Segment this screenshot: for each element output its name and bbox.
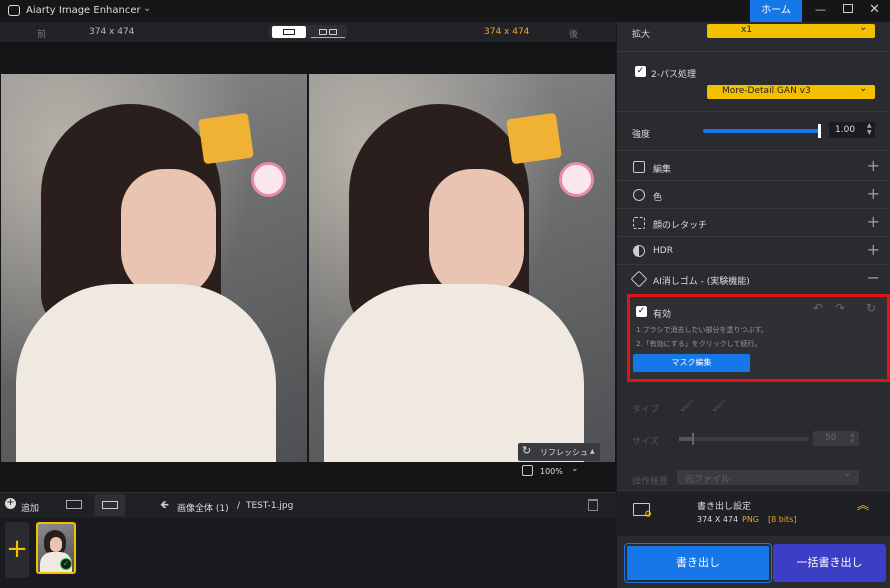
refresh-icon: ↻ [522, 444, 532, 457]
size-value-input: 50 ▲ ▼ [813, 431, 859, 446]
export-bits: [8 bits] [768, 515, 797, 524]
twopass-checkbox[interactable]: ✓ [635, 66, 646, 77]
expand-icon[interactable]: + [867, 158, 880, 174]
history-select: 元ファイル ⌄ [677, 468, 859, 485]
breadcrumb-separator: / [237, 501, 241, 511]
twopass-label: 2-パス処理 [651, 70, 696, 80]
strength-value-input[interactable]: 1.00 ▲ ▼ [829, 122, 875, 138]
after-label: 後 [569, 30, 579, 40]
chevron-down-icon: ⌄ [859, 83, 868, 94]
minimize-icon[interactable]: — [815, 3, 826, 16]
add-button[interactable]: 追加 [21, 501, 39, 514]
viewer-header: 前 374 x 474 374 x 474 後 [0, 22, 616, 42]
instruction-1: 1.ブラシで消去したい部分を塗りつぶす。 [636, 326, 768, 334]
enable-checkbox[interactable]: ✓ [636, 306, 647, 317]
app-title: Aiarty Image Enhancer [26, 5, 141, 16]
enable-label: 有効 [653, 310, 672, 320]
export-button[interactable]: 書き出し [624, 543, 772, 583]
expand-icon[interactable]: + [867, 186, 880, 202]
scale-label: 拡大 [632, 30, 651, 40]
double-chevron-up-icon[interactable]: ︽ [857, 499, 869, 511]
refresh-button[interactable]: ↻ リフレッシュ ▲ [518, 443, 600, 461]
thumbnail[interactable]: ✓ [36, 522, 76, 574]
redo-icon[interactable]: ↷ [835, 301, 845, 315]
add-image-button[interactable]: + [5, 522, 29, 578]
model-select[interactable]: More-Detail GAN v3 ⌄ [707, 83, 875, 99]
list-view-icon[interactable] [95, 494, 125, 516]
palette-icon [633, 189, 645, 201]
slider-thumb[interactable] [817, 124, 821, 138]
add-icon[interactable]: + [5, 498, 16, 509]
triangle-icon: ▲ [590, 448, 595, 455]
eraser-panel: ✓ 有効 ↶ ↷ ↻ 1.ブラシで消去したい部分を塗りつぶす。 2.「有効にする… [627, 294, 890, 382]
section-edit[interactable]: 編集 + [617, 153, 890, 181]
export-title: 書き出し設定 [697, 502, 752, 512]
section-hdr[interactable]: HDR + [617, 237, 890, 265]
brush-remove-icon: 🖌 [712, 399, 726, 412]
section-ai-eraser[interactable]: AI消しゴム - (実験機能) − [617, 265, 890, 293]
size-label: サイズ [632, 437, 659, 447]
view-toggle [269, 25, 347, 39]
monitor-settings-icon: ⚙ [633, 503, 652, 520]
scale-select[interactable]: x1 ⌄ [707, 22, 875, 38]
app-logo-icon [8, 5, 20, 16]
section-color[interactable]: 色 + [617, 181, 890, 209]
image-viewer[interactable]: ↻ リフレッシュ ▲ 100% ⌄ [0, 42, 616, 492]
expand-icon[interactable]: + [867, 214, 880, 230]
size-slider [679, 433, 809, 445]
breadcrumb-file: TEST-1.jpg [246, 501, 294, 511]
check-icon: ✓ [60, 558, 72, 570]
edit-icon [633, 161, 645, 173]
brush-add-icon: 🖌 [680, 399, 694, 412]
chevron-down-icon[interactable]: ⌄ [143, 3, 151, 14]
after-size: 374 x 474 [484, 27, 530, 37]
file-toolbar: + 追加 🡸 画像全体 (1) / TEST-1.jpg [0, 492, 616, 518]
export-settings[interactable]: ⚙ 書き出し設定 374 X 474 PNG [8 bits] ︽ [617, 490, 890, 536]
batch-export-button[interactable]: 一括書き出し [773, 544, 886, 582]
side-by-side-view-button[interactable] [272, 26, 306, 38]
close-icon[interactable]: ✕ [869, 2, 880, 17]
eraser-icon [630, 270, 648, 288]
breadcrumb-root[interactable]: 画像全体 (1) [177, 501, 229, 514]
type-label: タイプ [632, 405, 660, 415]
zoom-control[interactable]: 100% ⌄ [518, 464, 588, 480]
stepper-icon[interactable]: ▲ ▼ [867, 122, 872, 136]
strength-slider[interactable] [703, 124, 821, 138]
grid-view-icon[interactable] [66, 500, 82, 509]
trash-icon[interactable] [588, 499, 598, 511]
section-face-retouch[interactable]: 顔のレタッチ + [617, 209, 890, 237]
hdr-icon [633, 245, 645, 257]
home-button[interactable]: ホーム [750, 0, 802, 22]
chevron-down-icon: ⌄ [859, 22, 868, 33]
before-image [1, 74, 307, 462]
maximize-icon[interactable] [843, 4, 853, 13]
title-bar: Aiarty Image Enhancer ⌄ ホーム — ✕ [0, 0, 890, 22]
instruction-2: 2.「有効にする」をクリックして続行。 [636, 340, 762, 348]
before-size: 374 x 474 [89, 27, 135, 37]
thumbnail-strip: + ✓ [0, 518, 616, 588]
before-label: 前 [37, 30, 47, 40]
undo-icon[interactable]: ↶ [813, 301, 823, 315]
strength-label: 強度 [632, 130, 651, 140]
expand-icon[interactable]: + [867, 242, 880, 258]
history-label: 操作履歴 [632, 477, 669, 487]
chevron-down-icon: ⌄ [571, 464, 579, 474]
collapse-icon[interactable]: − [867, 270, 880, 286]
zoom-icon [522, 465, 533, 476]
export-format: PNG [742, 515, 760, 524]
settings-sidebar: 拡大 x1 ⌄ ✓ 2-パス処理 More-Detail GAN v3 ⌄ 強度… [617, 22, 890, 588]
mask-edit-button[interactable]: マスク編集 [633, 354, 750, 372]
after-image [309, 74, 615, 462]
export-dims: 374 X 474 [697, 515, 739, 524]
split-view-button[interactable] [311, 26, 345, 38]
back-arrow-icon[interactable]: 🡸 [160, 496, 169, 515]
reset-icon[interactable]: ↻ [866, 301, 876, 315]
face-icon [633, 217, 645, 229]
